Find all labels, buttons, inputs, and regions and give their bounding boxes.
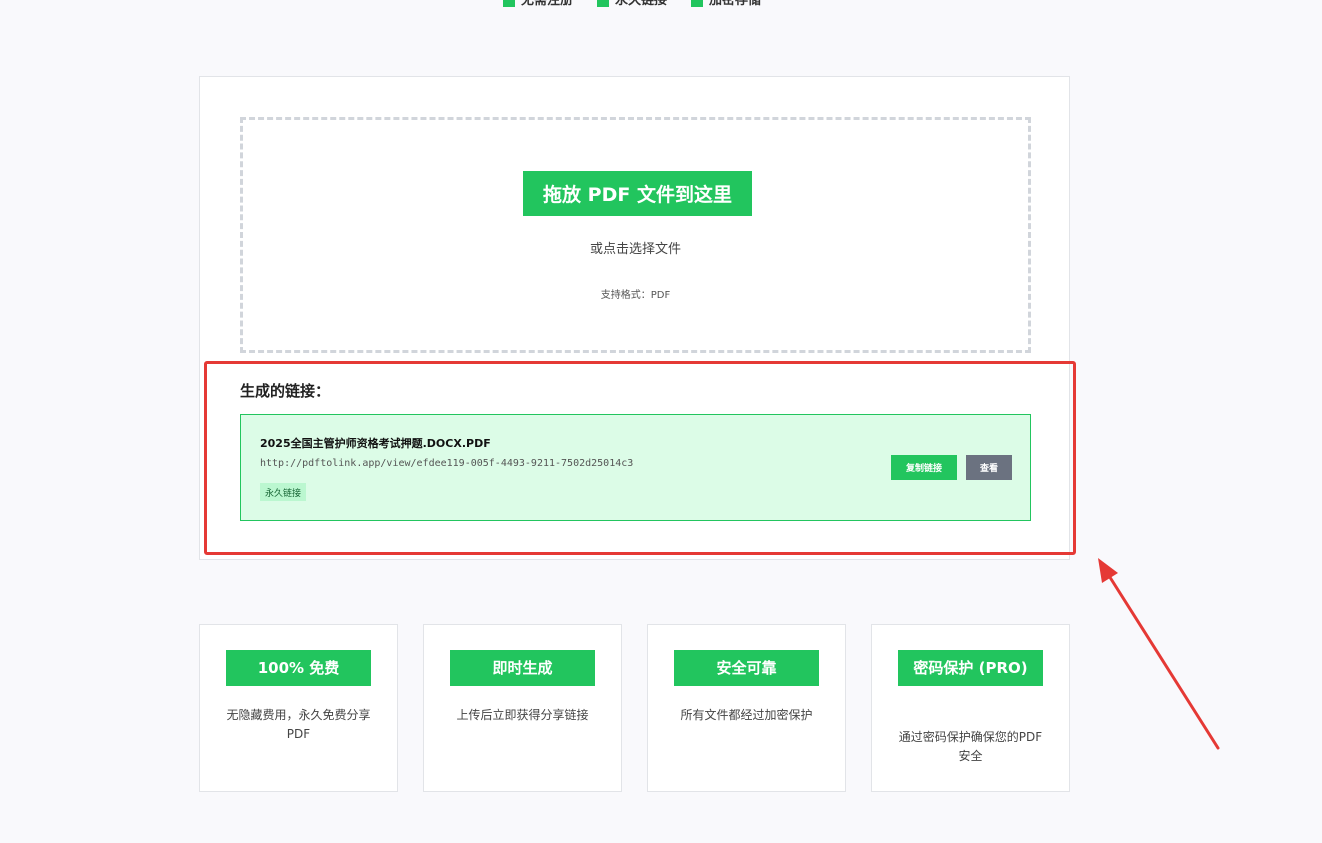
top-badges: 无需注册 永久链接 加密存储 (503, 0, 761, 10)
select-file-link[interactable]: 或点击选择文件 (243, 238, 1028, 257)
badge-permanent-link: 永久链接 (597, 0, 667, 10)
feature-card-instant: 即时生成 上传后立即获得分享链接 (423, 624, 622, 792)
feature-title: 即时生成 (450, 650, 595, 686)
feature-desc: 所有文件都经过加密保护 (680, 708, 813, 722)
feature-title: 100% 免费 (226, 650, 371, 686)
badge-encrypted-storage: 加密存储 (691, 0, 761, 10)
feature-title: 安全可靠 (674, 650, 819, 686)
badge-label: 永久链接 (615, 0, 668, 8)
check-square-icon (503, 0, 515, 7)
check-square-icon (691, 0, 704, 7)
feature-title: 密码保护 (PRO) (898, 650, 1043, 686)
supported-formats: 支持格式：PDF (600, 290, 671, 301)
badge-no-register: 无需注册 (503, 0, 573, 10)
file-name: 2025全国主管护师资格考试押题.DOCX.PDF (260, 437, 491, 450)
share-url[interactable]: http://pdftolink.app/view/efdee119-005f-… (260, 458, 633, 469)
generated-link-card: 2025全国主管护师资格考试押题.DOCX.PDF http://pdftoli… (240, 414, 1031, 521)
feature-desc: 通过密码保护确保您的PDF安全 (898, 730, 1043, 763)
permanent-link-tag: 永久链接 (260, 483, 307, 501)
feature-card-password: 密码保护 (PRO) 通过密码保护确保您的PDF安全 (871, 624, 1070, 792)
copy-link-button[interactable]: 复制链接 (891, 455, 957, 480)
dropzone-title: 拖放 PDF 文件到这里 (523, 171, 752, 216)
feature-desc: 无隐藏费用，永久免费分享PDF (226, 708, 371, 741)
upload-card: 拖放 PDF 文件到这里 或点击选择文件 支持格式：PDF 生成的链接： 202… (199, 76, 1070, 560)
feature-desc: 上传后立即获得分享链接 (456, 708, 589, 722)
badge-label: 加密存储 (709, 0, 762, 8)
check-square-icon (597, 0, 610, 7)
feature-card-free: 100% 免费 无隐藏费用，永久免费分享PDF (199, 624, 398, 792)
page: 无需注册 永久链接 加密存储 拖放 PDF 文件到这里 或点击选择文件 支持格式… (0, 0, 1322, 843)
badge-label: 无需注册 (521, 0, 574, 8)
pdf-dropzone[interactable]: 拖放 PDF 文件到这里 或点击选择文件 支持格式：PDF (240, 117, 1031, 353)
generated-link-heading: 生成的链接： (240, 382, 331, 400)
feature-card-secure: 安全可靠 所有文件都经过加密保护 (647, 624, 846, 792)
view-button[interactable]: 查看 (966, 455, 1012, 480)
